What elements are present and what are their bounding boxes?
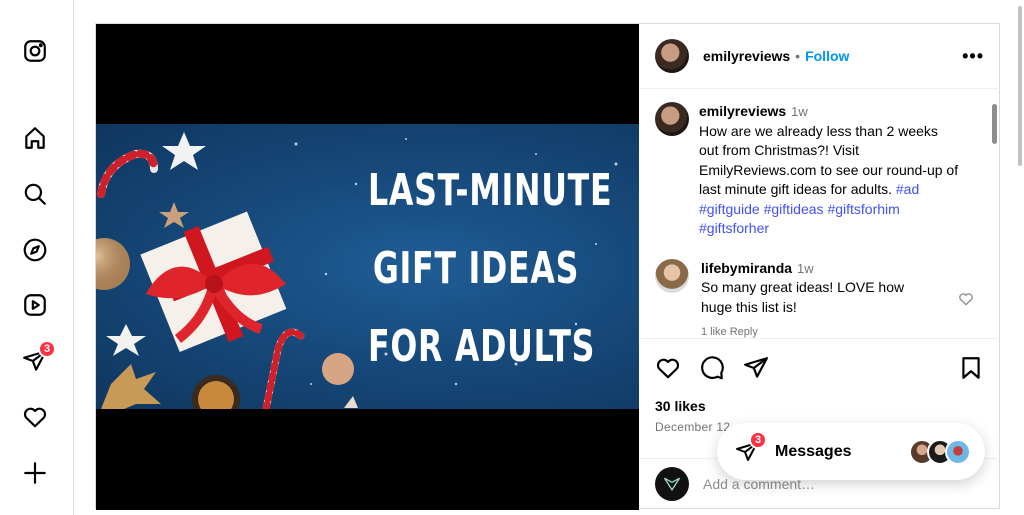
comment-time: 1w [797, 260, 814, 276]
author-avatar[interactable] [655, 39, 689, 73]
comment-item: lifebymiranda 1w So many great ideas! LOV… [655, 258, 984, 339]
comments-scrollbar[interactable] [992, 96, 997, 336]
like-icon[interactable] [655, 355, 681, 386]
author-username[interactable]: emilyreviews [703, 48, 790, 64]
follow-button[interactable]: Follow [805, 48, 849, 64]
messages-icon[interactable]: 3 [735, 430, 767, 464]
message-avatars [909, 438, 971, 465]
user-logo-icon [663, 477, 681, 491]
page-scrollbar[interactable] [1016, 0, 1024, 515]
message-avatar[interactable] [945, 438, 971, 465]
page-scrollbar-thumb[interactable] [1018, 6, 1022, 166]
hashtag-giftsforhim[interactable]: #giftsforhim [827, 201, 899, 217]
left-nav-rail: 3 [0, 0, 74, 515]
separator-dot: • [795, 48, 801, 64]
hashtag-ad[interactable]: #ad [896, 181, 919, 197]
save-bookmark-icon[interactable] [958, 355, 984, 386]
hashtag-giftguide[interactable]: #giftguide [699, 201, 760, 217]
headline-line-1: LAST-MINUTE [368, 165, 613, 216]
create-plus-icon[interactable] [22, 460, 48, 486]
post-image: LAST-MINUTE GIFT IDEAS FOR ADULTS [96, 124, 639, 409]
messages-badge: 3 [38, 340, 56, 358]
comment-text-block: lifebymiranda 1w So many great ideas! LOV… [701, 259, 921, 339]
comment-like-icon[interactable] [958, 291, 974, 307]
messages-pill[interactable]: 3 Messages [717, 423, 985, 480]
search-icon[interactable] [22, 181, 48, 207]
commenter-avatar[interactable] [655, 258, 689, 293]
direct-messages-icon[interactable]: 3 [22, 340, 56, 374]
post-media[interactable]: LAST-MINUTE GIFT IDEAS FOR ADULTS [96, 24, 639, 510]
messages-label[interactable]: Messages [775, 443, 852, 461]
comments-list[interactable]: emilyreviews 1w How are we already less t… [639, 90, 1000, 338]
scrollbar-thumb[interactable] [992, 104, 997, 144]
headline-line-3: FOR ADULTS [368, 321, 596, 372]
commenter-username[interactable]: lifebymiranda [701, 260, 792, 276]
home-icon[interactable] [22, 125, 48, 151]
current-user-avatar[interactable] [655, 466, 689, 501]
share-icon[interactable] [743, 355, 769, 386]
comment-text: So many great ideas! LOVE how huge this … [701, 279, 905, 315]
caption: emilyreviews 1w How are we already less t… [655, 102, 984, 239]
headline-line-2: GIFT IDEAS [372, 243, 580, 294]
explore-icon[interactable] [22, 237, 48, 263]
more-options-icon[interactable]: ••• [962, 46, 984, 67]
caption-time: 1w [791, 104, 808, 119]
caption-text-block: emilyreviews 1w How are we already less t… [699, 102, 959, 239]
hashtag-giftideas[interactable]: #giftideas [764, 201, 824, 217]
caption-avatar[interactable] [655, 102, 689, 136]
reels-icon[interactable] [22, 292, 48, 318]
messages-pill-badge: 3 [749, 430, 767, 449]
hashtag-giftsforher[interactable]: #giftsforher [699, 220, 769, 236]
notifications-heart-icon[interactable] [22, 404, 48, 430]
caption-username[interactable]: emilyreviews [699, 103, 786, 119]
comment-meta[interactable]: 1 like Reply [701, 323, 921, 338]
likes-count[interactable]: 30 likes [655, 398, 984, 414]
instagram-logo-icon[interactable] [22, 38, 48, 64]
post-image-headline: LAST-MINUTE GIFT IDEAS FOR ADULTS [368, 152, 613, 386]
post-header: emilyreviews • Follow ••• [639, 24, 1000, 89]
comment-icon[interactable] [699, 355, 725, 386]
